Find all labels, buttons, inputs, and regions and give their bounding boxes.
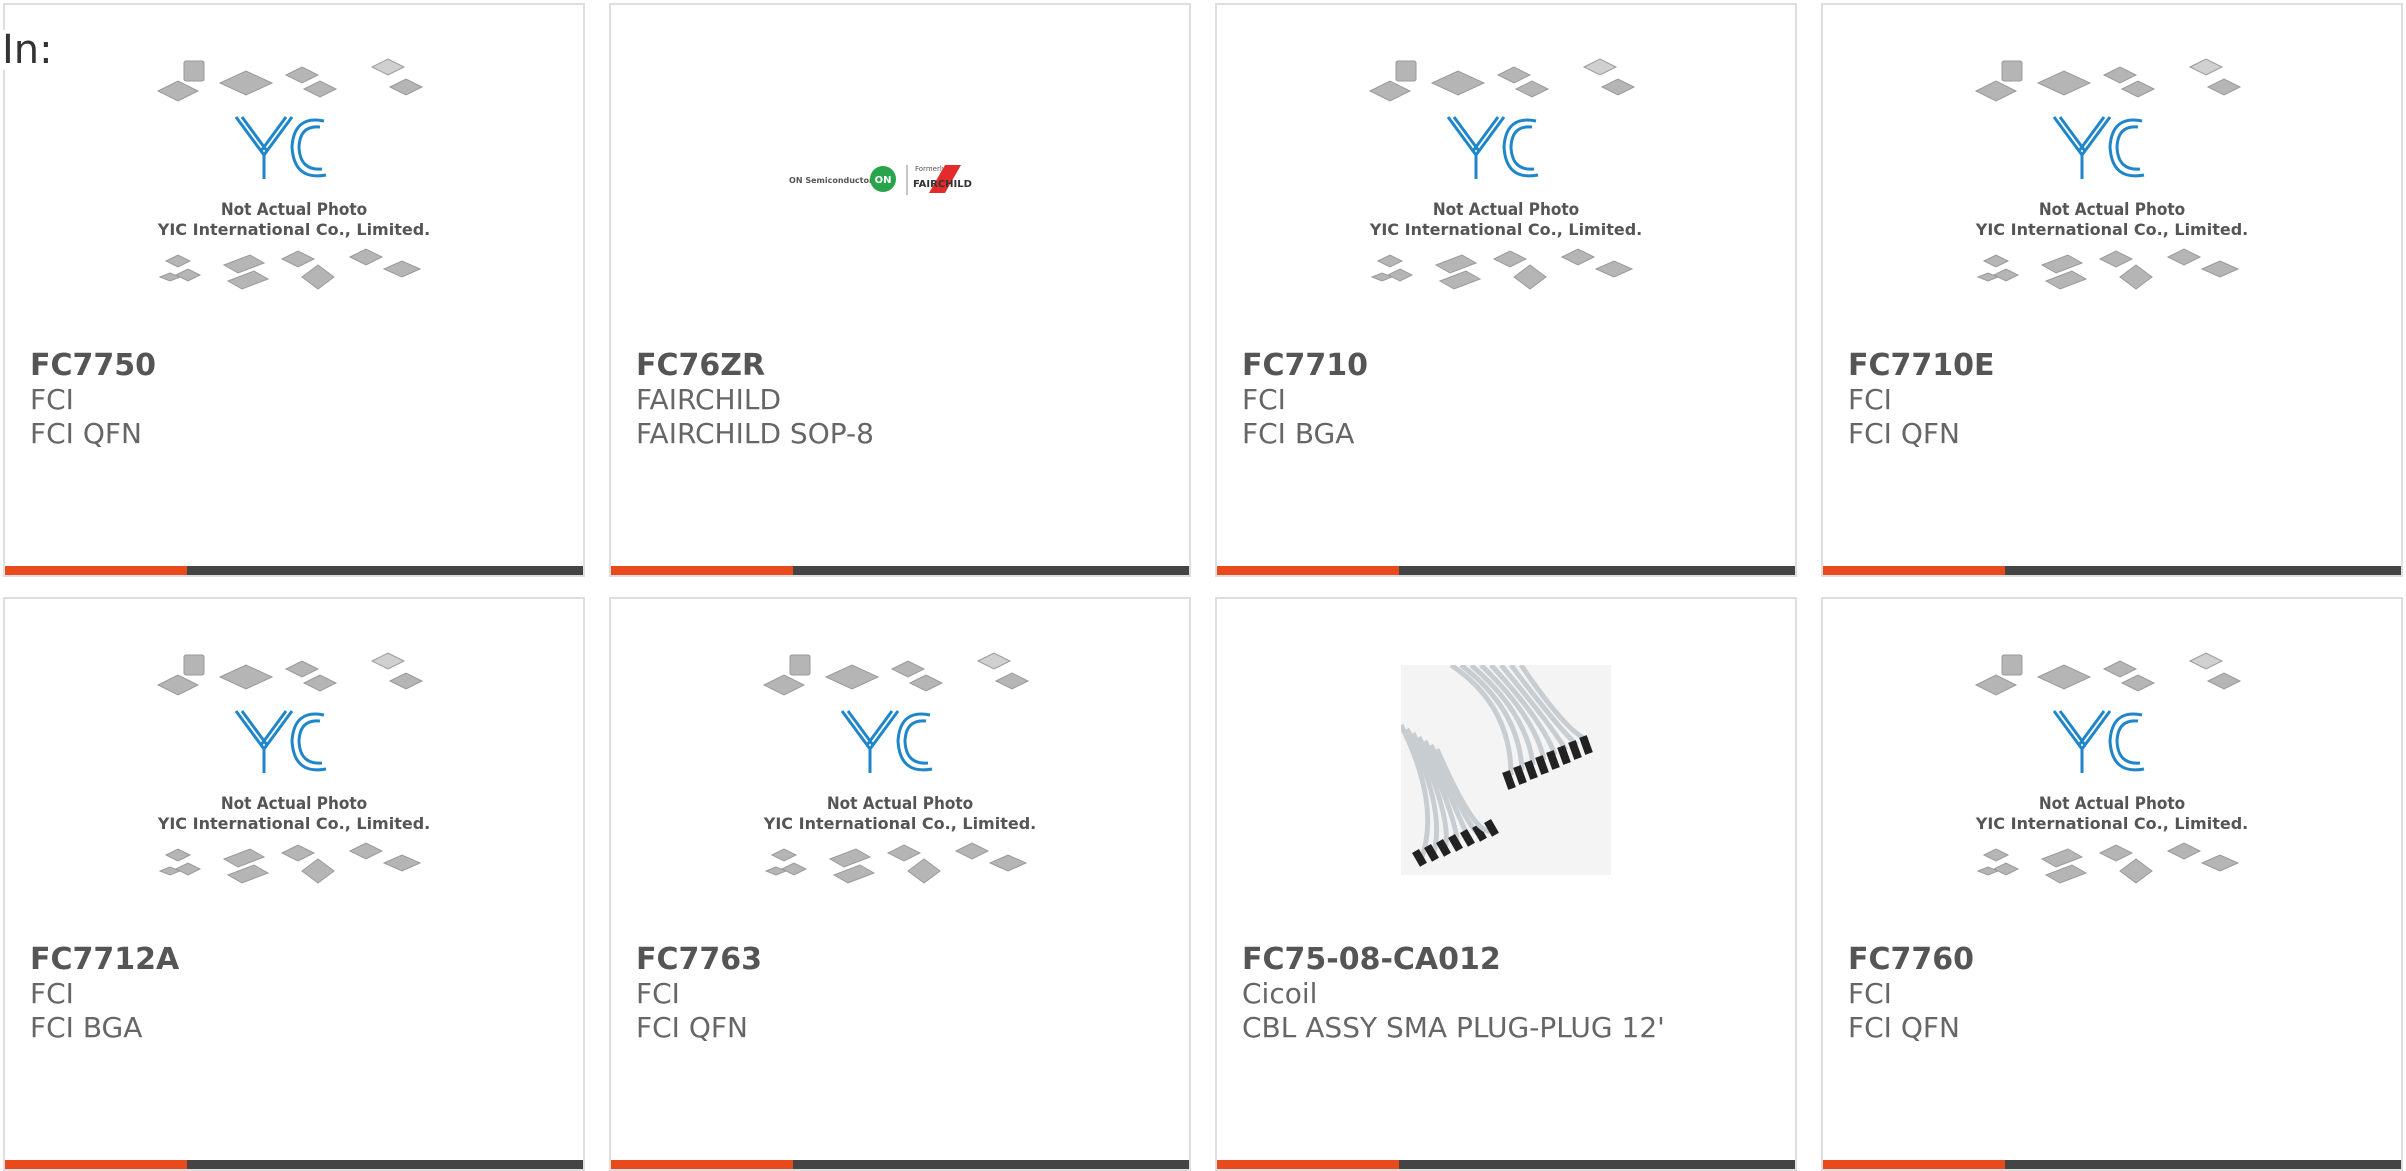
part-number-link[interactable]: FC7710E	[1848, 348, 1995, 383]
fairchild-logo-image: ON Semiconductor ONFormerlyFAIRCHILD	[789, 165, 972, 195]
card-footer-bar	[1217, 1160, 1795, 1169]
product-image[interactable]	[1217, 649, 1795, 934]
part-number-link[interactable]: FC76ZR	[636, 348, 765, 383]
product-description: FCI QFN	[636, 1011, 748, 1044]
card-footer-bar	[611, 566, 1189, 575]
svg-text:YIC International Co., Limited: YIC International Co., Limited.	[157, 814, 430, 833]
card-accent-stripe	[611, 1160, 793, 1169]
card-footer-bar	[611, 1160, 1189, 1169]
product-card[interactable]: Not Actual Photo YIC International Co., …	[1215, 3, 1797, 577]
product-card[interactable]: ON Semiconductor ON Formerly FAIRCHILD FC76Z…	[609, 3, 1191, 577]
card-footer-bar	[1823, 566, 2401, 575]
card-accent-stripe	[5, 1160, 187, 1169]
product-grid: Not Actual Photo YIC International Co., …	[3, 3, 2403, 1171]
product-description: FAIRCHILD SOP-8	[636, 417, 874, 450]
manufacturer-name: FCI	[636, 977, 680, 1010]
product-image[interactable]: Not Actual Photo YIC International Co., …	[1217, 55, 1795, 340]
not-actual-photo-image: Not Actual Photo YIC International Co., …	[157, 58, 430, 290]
svg-text:YIC International Co., Limited: YIC International Co., Limited.	[1975, 220, 2248, 239]
part-number-link[interactable]: FC75-08-CA012	[1242, 942, 1501, 977]
svg-text:Not Actual Photo: Not Actual Photo	[827, 794, 973, 814]
product-card[interactable]: Not Actual Photo YIC International Co., …	[1821, 597, 2403, 1171]
part-number-link[interactable]: FC7760	[1848, 942, 1974, 977]
product-card[interactable]: Not Actual Photo YIC International Co., …	[3, 3, 585, 577]
product-description: FCI QFN	[1848, 1011, 1960, 1044]
product-description: FCI QFN	[30, 417, 142, 450]
card-accent-stripe	[611, 566, 793, 575]
product-image[interactable]: Not Actual Photo YIC International Co., …	[611, 649, 1189, 934]
svg-text:ON Semiconductor: ON Semiconductor	[789, 176, 873, 185]
not-actual-photo-image: Not Actual Photo YIC International Co., …	[1975, 652, 2248, 884]
not-actual-photo-image: Not Actual Photo YIC International Co., …	[1975, 58, 2248, 290]
svg-text:Not Actual Photo: Not Actual Photo	[221, 200, 367, 220]
card-accent-stripe	[1823, 566, 2005, 575]
product-card[interactable]: Not Actual Photo YIC International Co., …	[609, 597, 1191, 1171]
manufacturer-name: FAIRCHILD	[636, 383, 782, 416]
manufacturer-name: FCI	[30, 383, 74, 416]
product-image[interactable]: Not Actual Photo YIC International Co., …	[1823, 55, 2401, 340]
product-description: FCI BGA	[30, 1011, 143, 1044]
product-image[interactable]: Not Actual Photo YIC International Co., …	[5, 649, 583, 934]
card-accent-stripe	[1217, 1160, 1399, 1169]
product-image[interactable]: Not Actual Photo YIC International Co., …	[5, 55, 583, 340]
card-footer-bar	[1823, 1160, 2401, 1169]
manufacturer-name: FCI	[1242, 383, 1286, 416]
svg-text:YIC International Co., Limited: YIC International Co., Limited.	[1975, 814, 2248, 833]
svg-text:YIC International Co., Limited: YIC International Co., Limited.	[157, 220, 430, 239]
card-footer-bar	[1217, 566, 1795, 575]
part-number-link[interactable]: FC7712A	[30, 942, 179, 977]
card-accent-stripe	[5, 566, 187, 575]
part-number-link[interactable]: FC7710	[1242, 348, 1368, 383]
part-number-link[interactable]: FC7763	[636, 942, 762, 977]
svg-text:YIC International Co., Limited: YIC International Co., Limited.	[1369, 220, 1642, 239]
product-image[interactable]: ON Semiconductor ON Formerly FAIRCHILD	[611, 55, 1189, 340]
manufacturer-name: Cicoil	[1242, 977, 1318, 1010]
product-card[interactable]: Not Actual Photo YIC International Co., …	[3, 597, 585, 1171]
not-actual-photo-image: Not Actual Photo YIC International Co., …	[763, 652, 1036, 884]
svg-text:Not Actual Photo: Not Actual Photo	[2039, 200, 2185, 220]
product-description: FCI BGA	[1242, 417, 1355, 450]
manufacturer-name: FCI	[30, 977, 74, 1010]
svg-text:ON: ON	[875, 175, 892, 186]
card-accent-stripe	[1823, 1160, 2005, 1169]
not-actual-photo-image: Not Actual Photo YIC International Co., …	[157, 652, 430, 884]
svg-text:FAIRCHILD: FAIRCHILD	[913, 179, 972, 190]
svg-text:YIC International Co., Limited: YIC International Co., Limited.	[763, 814, 1036, 833]
part-number-link[interactable]: FC7750	[30, 348, 156, 383]
manufacturer-name: FCI	[1848, 977, 1892, 1010]
product-description: CBL ASSY SMA PLUG-PLUG 12'	[1242, 1011, 1665, 1044]
svg-text:Not Actual Photo: Not Actual Photo	[221, 794, 367, 814]
product-description: FCI QFN	[1848, 417, 1960, 450]
svg-text:Not Actual Photo: Not Actual Photo	[2039, 794, 2185, 814]
card-footer-bar	[5, 566, 583, 575]
in-label: In:	[2, 30, 59, 70]
not-actual-photo-image: Not Actual Photo YIC International Co., …	[1369, 58, 1642, 290]
manufacturer-name: FCI	[1848, 383, 1892, 416]
product-image[interactable]: Not Actual Photo YIC International Co., …	[1823, 649, 2401, 934]
card-accent-stripe	[1217, 566, 1399, 575]
card-footer-bar	[5, 1160, 583, 1169]
product-card[interactable]: FC75-08-CA012 Cicoil CBL ASSY SMA PLUG-PLU…	[1215, 597, 1797, 1171]
cable-assembly-photo	[1401, 665, 1611, 875]
product-card[interactable]: Not Actual Photo YIC International Co., …	[1821, 3, 2403, 577]
svg-text:Not Actual Photo: Not Actual Photo	[1433, 200, 1579, 220]
